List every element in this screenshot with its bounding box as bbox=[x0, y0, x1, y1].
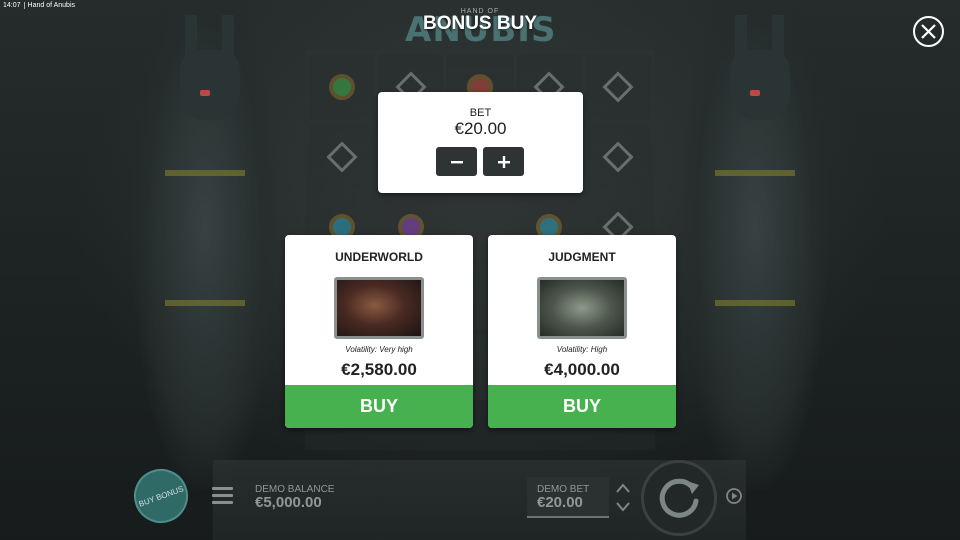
demo-bet-box: DEMO BET €20.00 bbox=[527, 477, 609, 518]
demo-balance-value: €5,000.00 bbox=[255, 494, 322, 511]
autoplay-icon[interactable] bbox=[725, 487, 743, 505]
chevron-up-icon[interactable] bbox=[616, 483, 630, 493]
decrease-bet-button[interactable] bbox=[436, 147, 477, 176]
status-bar: 14:07 Hand of Anubis bbox=[0, 0, 75, 12]
status-app-name: Hand of Anubis bbox=[27, 2, 76, 9]
hamburger-menu-icon[interactable] bbox=[212, 487, 233, 504]
bonus-price: €2,580.00 bbox=[341, 360, 417, 379]
minus-icon bbox=[450, 160, 463, 163]
bonus-card-judgment: JUDGMENT Volatility: High €4,000.00 BUY bbox=[488, 235, 676, 428]
card-title: JUDGMENT bbox=[548, 250, 616, 264]
judgment-bonus-image bbox=[537, 277, 627, 339]
page-title: BONUS BUY bbox=[422, 13, 537, 34]
close-icon bbox=[921, 24, 936, 39]
bet-label: BET bbox=[469, 107, 492, 119]
buy-underworld-button[interactable]: BUY bbox=[285, 385, 473, 428]
status-time: 14:07 bbox=[3, 2, 21, 9]
chevron-down-icon[interactable] bbox=[616, 502, 630, 512]
volatility-text: Volatility: Very high bbox=[345, 345, 413, 354]
plus-icon bbox=[497, 155, 510, 168]
underworld-bonus-image bbox=[334, 277, 424, 339]
close-button[interactable] bbox=[913, 16, 944, 47]
spin-button[interactable] bbox=[641, 460, 717, 536]
anubis-statue-right bbox=[680, 10, 830, 490]
spin-icon bbox=[659, 478, 699, 518]
increase-bet-button[interactable] bbox=[483, 147, 524, 176]
bet-amount: €20.00 bbox=[454, 119, 507, 138]
bonus-card-underworld: UNDERWORLD Volatility: Very high €2,580.… bbox=[285, 235, 473, 428]
bonus-price: €4,000.00 bbox=[544, 360, 620, 379]
demo-bet-value: €20.00 bbox=[537, 494, 583, 511]
card-title: UNDERWORLD bbox=[335, 250, 423, 264]
anubis-statue-left bbox=[130, 10, 280, 490]
bet-panel: BET €20.00 bbox=[378, 92, 583, 193]
volatility-text: Volatility: High bbox=[556, 345, 608, 354]
buy-judgment-button[interactable]: BUY bbox=[488, 385, 676, 428]
